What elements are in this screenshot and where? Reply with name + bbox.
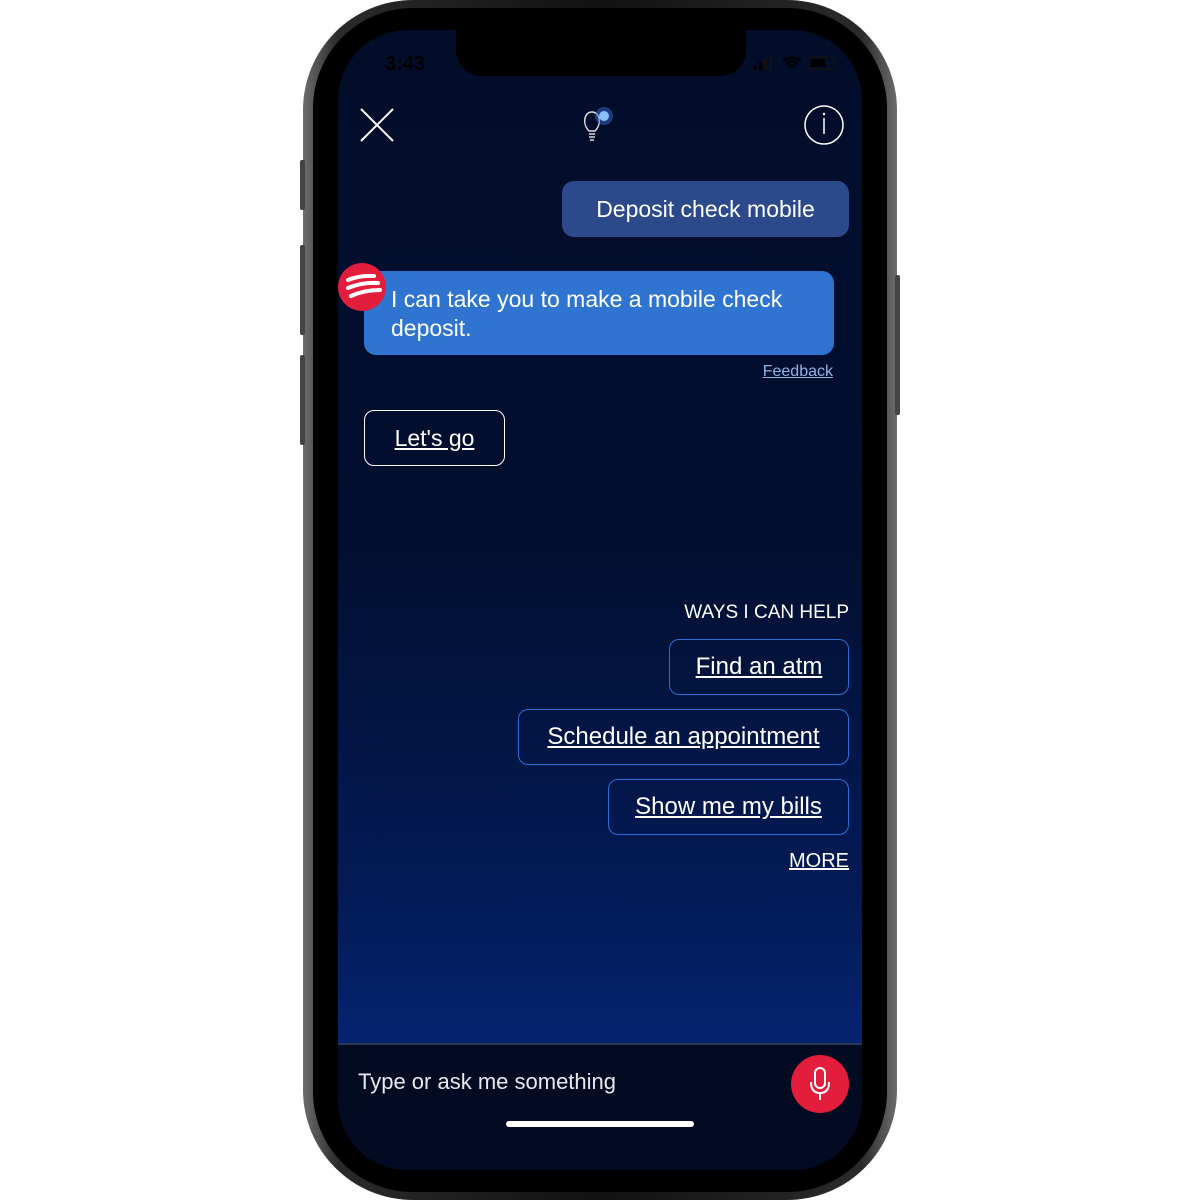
suggestion-show-bills[interactable]: Show me my bills — [608, 779, 849, 835]
suggestions-heading: WAYS I CAN HELP — [684, 602, 849, 623]
home-indicator[interactable] — [506, 1121, 694, 1127]
signal-icon — [754, 56, 772, 70]
info-icon[interactable] — [803, 104, 845, 146]
wifi-icon — [782, 56, 802, 68]
lightbulb-icon[interactable] — [578, 104, 618, 144]
message-input[interactable]: Type or ask me something — [358, 1069, 616, 1095]
phone-power-button — [895, 275, 900, 415]
lets-go-button[interactable]: Let's go — [364, 410, 505, 466]
battery-icon — [808, 56, 835, 70]
phone-volume-up — [300, 245, 305, 335]
status-icons — [754, 56, 838, 70]
bank-logo-icon — [346, 273, 382, 298]
notch — [456, 30, 746, 76]
phone-volume-down — [300, 355, 305, 445]
status-time: 3:43 — [385, 53, 426, 75]
microphone-icon — [810, 1067, 830, 1100]
input-bar: Type or ask me something — [338, 1043, 862, 1170]
bot-message-bubble: I can take you to make a mobile check de… — [364, 271, 834, 355]
mic-button[interactable] — [791, 1055, 849, 1113]
suggestion-schedule-appointment[interactable]: Schedule an appointment — [518, 709, 849, 765]
user-message-bubble: Deposit check mobile — [562, 181, 849, 237]
phone-mute-switch — [300, 160, 305, 210]
feedback-link[interactable]: Feedback — [763, 363, 833, 381]
bot-avatar — [338, 263, 386, 311]
suggestion-find-atm[interactable]: Find an atm — [669, 639, 849, 695]
more-link[interactable]: MORE — [789, 850, 849, 873]
screen: 3:43 Deposit check mobile I can take you… — [338, 30, 862, 1170]
close-icon[interactable] — [360, 108, 394, 142]
